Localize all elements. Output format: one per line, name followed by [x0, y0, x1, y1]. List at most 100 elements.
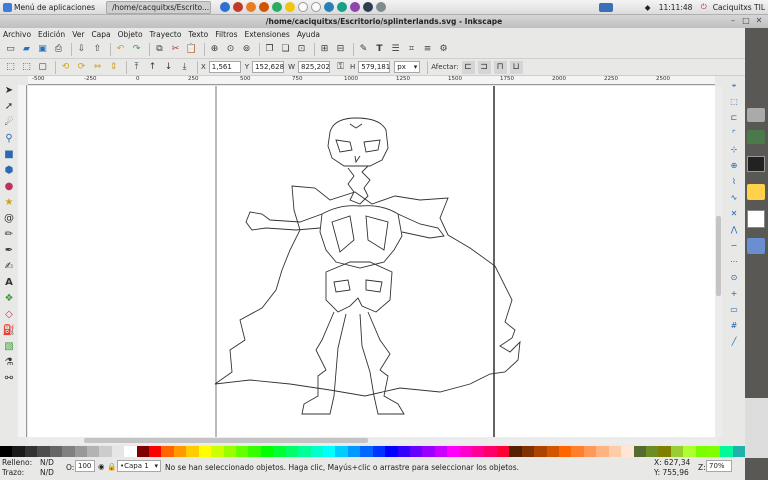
color-swatch[interactable] [310, 446, 323, 457]
minimize-icon[interactable]: – [728, 16, 738, 26]
new-document-icon[interactable]: ▭ [4, 43, 17, 56]
stroke-value[interactable]: N/D [40, 468, 54, 477]
color-swatch[interactable] [62, 446, 75, 457]
menu-objeto[interactable]: Objeto [118, 30, 143, 39]
dropper-tool-icon[interactable]: ⚗ [3, 356, 16, 369]
menu-filtros[interactable]: Filtros [215, 30, 237, 39]
menu-extensiones[interactable]: Extensiones [244, 30, 289, 39]
raise-to-top-icon[interactable]: ⤒ [130, 61, 143, 74]
taskbar-window-button[interactable]: /home/cacquitxs/Escrito... [106, 0, 212, 14]
color-swatch[interactable] [608, 446, 622, 457]
redo-icon[interactable]: ↷ [130, 43, 143, 56]
color-swatch[interactable] [298, 446, 311, 457]
lock-icon[interactable]: 🔒 [107, 462, 116, 471]
x-field[interactable]: 1,561 [208, 61, 241, 73]
snap-bbox-center-icon[interactable]: ⊕ [728, 160, 740, 172]
color-swatch[interactable] [596, 446, 609, 457]
settings-launcher-icon[interactable] [375, 2, 386, 12]
color-swatch[interactable] [472, 446, 485, 457]
duplicate-icon[interactable]: ❐ [263, 43, 276, 56]
color-swatch[interactable] [459, 446, 473, 457]
undo-icon[interactable]: ↶ [114, 43, 127, 56]
color-swatch[interactable] [621, 446, 634, 457]
browser-launcher-icon[interactable] [219, 2, 230, 12]
calc-launcher-icon[interactable] [336, 2, 347, 12]
color-swatch[interactable] [173, 446, 187, 457]
drawing-canvas[interactable] [28, 86, 715, 437]
color-swatch[interactable] [484, 446, 497, 457]
ellipse-tool-icon[interactable]: ● [3, 180, 16, 193]
color-swatch[interactable] [720, 446, 733, 457]
node-tool-icon[interactable]: ➚ [3, 100, 16, 113]
color-swatch[interactable] [683, 446, 696, 457]
menu-edicion[interactable]: Edición [38, 30, 65, 39]
desktop-app-icon[interactable] [747, 108, 765, 122]
lock-ratio-icon[interactable]: ⚿ [334, 61, 347, 74]
height-field[interactable]: 579,181 [358, 61, 391, 73]
zoom-page-icon[interactable]: ⊚ [240, 43, 253, 56]
import-icon[interactable]: ⇩ [75, 43, 88, 56]
color-swatch[interactable] [37, 446, 50, 457]
width-field[interactable]: 825,202 [298, 61, 330, 73]
snap-bbox-icon[interactable]: ⬚ [728, 96, 740, 108]
rotate-ccw-icon[interactable]: ⟲ [59, 61, 72, 74]
eye-icon[interactable]: ◉ [98, 462, 105, 471]
folder-icon[interactable] [747, 184, 765, 200]
terminal-icon[interactable] [747, 156, 765, 172]
color-swatch[interactable] [633, 446, 646, 457]
color-swatch[interactable] [558, 446, 572, 457]
color-swatch[interactable] [12, 446, 25, 457]
star-tool-icon[interactable]: ★ [3, 196, 16, 209]
snap-center-icon[interactable]: ⊙ [728, 272, 740, 284]
rectangle-tool-icon[interactable]: ■ [3, 148, 16, 161]
text-font-icon[interactable]: T [373, 43, 386, 56]
close-icon[interactable]: ✕ [754, 16, 764, 26]
horizontal-scroll-thumb[interactable] [84, 438, 368, 443]
color-swatch[interactable] [273, 446, 286, 457]
calligraphy-tool-icon[interactable]: ✍ [3, 260, 16, 273]
folder-launcher-icon[interactable] [284, 2, 295, 12]
color-swatch[interactable] [347, 446, 361, 457]
flip-horizontal-icon[interactable]: ⇔ [91, 61, 104, 74]
color-swatch[interactable] [695, 446, 709, 457]
ungroup-icon[interactable]: ⊟ [334, 43, 347, 56]
workspace-switcher[interactable] [572, 1, 642, 14]
color-swatch[interactable] [149, 446, 162, 457]
color-swatch[interactable] [111, 446, 125, 457]
zoom-drawing-icon[interactable]: ⊙ [224, 43, 237, 56]
snap-path-icon[interactable]: ∿ [728, 192, 740, 204]
user-name[interactable]: Caciquitxs TIL [710, 1, 768, 14]
save-icon[interactable]: ▣ [36, 43, 49, 56]
spray-tool-icon[interactable]: ❖ [3, 292, 16, 305]
snap-page-icon[interactable]: ▭ [728, 304, 740, 316]
snap-bbox-corner-icon[interactable]: ⌜ [728, 128, 740, 140]
text-launcher-icon[interactable] [310, 2, 321, 12]
color-swatch[interactable] [260, 446, 274, 457]
drive-icon[interactable] [747, 238, 765, 254]
color-swatch[interactable] [0, 446, 13, 457]
color-swatch[interactable] [422, 446, 435, 457]
color-swatch[interactable] [49, 446, 63, 457]
snap-enable-icon[interactable]: ⌖ [728, 80, 740, 92]
color-swatch[interactable] [285, 446, 299, 457]
vertical-scroll-thumb[interactable] [716, 216, 721, 296]
color-swatch[interactable] [360, 446, 373, 457]
maximize-icon[interactable]: □ [741, 16, 751, 26]
color-swatch[interactable] [409, 446, 423, 457]
rotate-cw-icon[interactable]: ⟳ [75, 61, 88, 74]
menu-trayecto[interactable]: Trayecto [150, 30, 182, 39]
connector-tool-icon[interactable]: ⚯ [3, 372, 16, 385]
lower-icon[interactable]: ↓ [162, 61, 175, 74]
layer-select[interactable]: •Capa 1 ▾ [117, 460, 161, 472]
group-icon[interactable]: ⊞ [318, 43, 331, 56]
preferences-icon[interactable]: ⚙ [437, 43, 450, 56]
unlink-clone-icon[interactable]: ⊡ [295, 43, 308, 56]
copy-icon[interactable]: ⧉ [153, 43, 166, 56]
export-icon[interactable]: ⇧ [91, 43, 104, 56]
clock[interactable]: 11:11:48 [656, 1, 698, 14]
selector-tool-icon[interactable]: ➤ [3, 84, 16, 97]
gradient-tool-icon[interactable]: ▧ [3, 340, 16, 353]
print-icon[interactable]: ⎙ [52, 43, 65, 56]
pencil-tool-icon[interactable]: ✏ [3, 228, 16, 241]
move-patterns-icon[interactable]: ⊔ [509, 60, 523, 74]
